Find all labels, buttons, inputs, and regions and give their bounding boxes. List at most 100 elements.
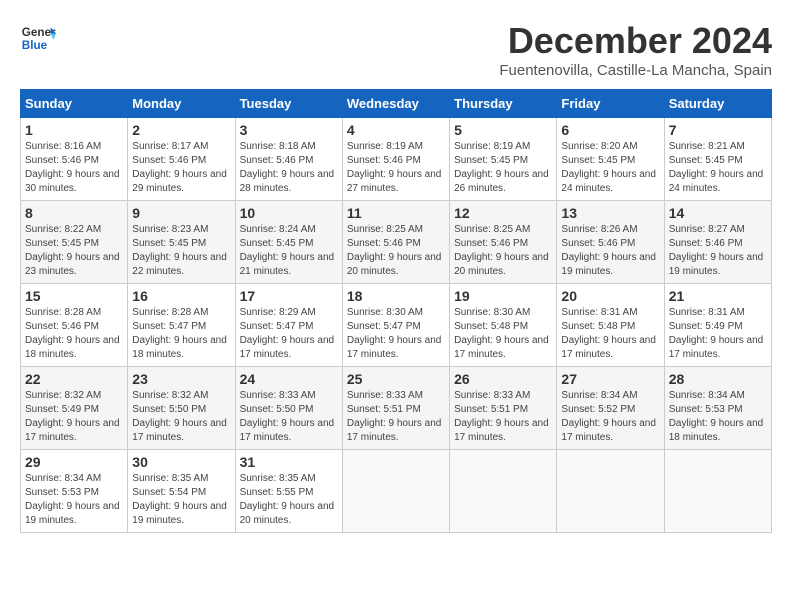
day-number: 7 (669, 122, 767, 138)
day-info: Sunrise: 8:32 AM Sunset: 5:50 PM Dayligh… (132, 389, 230, 445)
sunset-label: Sunset: 5:46 PM (25, 321, 99, 332)
day-number: 17 (240, 288, 338, 304)
calendar-cell: 22 Sunrise: 8:32 AM Sunset: 5:49 PM Dayl… (21, 367, 128, 450)
sunrise-label: Sunrise: 8:32 AM (132, 390, 208, 401)
day-number: 10 (240, 205, 338, 221)
sunset-label: Sunset: 5:46 PM (347, 155, 421, 166)
day-info: Sunrise: 8:25 AM Sunset: 5:46 PM Dayligh… (454, 223, 552, 279)
daylight-label: Daylight: 9 hours and 17 minutes. (561, 418, 656, 443)
sunrise-label: Sunrise: 8:35 AM (132, 473, 208, 484)
daylight-label: Daylight: 9 hours and 17 minutes. (669, 335, 764, 360)
day-info: Sunrise: 8:34 AM Sunset: 5:52 PM Dayligh… (561, 389, 659, 445)
col-header-wednesday: Wednesday (342, 90, 449, 118)
title-area: December 2024 Fuentenovilla, Castille-La… (499, 20, 772, 79)
sunset-label: Sunset: 5:46 PM (132, 155, 206, 166)
sunrise-label: Sunrise: 8:25 AM (347, 224, 423, 235)
day-info: Sunrise: 8:32 AM Sunset: 5:49 PM Dayligh… (25, 389, 123, 445)
calendar-cell: 15 Sunrise: 8:28 AM Sunset: 5:46 PM Dayl… (21, 284, 128, 367)
sunset-label: Sunset: 5:45 PM (561, 155, 635, 166)
sunrise-label: Sunrise: 8:31 AM (561, 307, 637, 318)
col-header-monday: Monday (128, 90, 235, 118)
sunrise-label: Sunrise: 8:19 AM (454, 141, 530, 152)
svg-text:Blue: Blue (22, 39, 48, 52)
daylight-label: Daylight: 9 hours and 18 minutes. (132, 335, 227, 360)
day-info: Sunrise: 8:21 AM Sunset: 5:45 PM Dayligh… (669, 140, 767, 196)
sunset-label: Sunset: 5:47 PM (132, 321, 206, 332)
day-number: 14 (669, 205, 767, 221)
day-info: Sunrise: 8:22 AM Sunset: 5:45 PM Dayligh… (25, 223, 123, 279)
day-info: Sunrise: 8:29 AM Sunset: 5:47 PM Dayligh… (240, 306, 338, 362)
sunset-label: Sunset: 5:55 PM (240, 487, 314, 498)
sunrise-label: Sunrise: 8:19 AM (347, 141, 423, 152)
sunset-label: Sunset: 5:48 PM (561, 321, 635, 332)
daylight-label: Daylight: 9 hours and 17 minutes. (347, 335, 442, 360)
daylight-label: Daylight: 9 hours and 24 minutes. (561, 169, 656, 194)
daylight-label: Daylight: 9 hours and 23 minutes. (25, 252, 120, 277)
logo-icon: General Blue (20, 20, 56, 56)
calendar-cell: 2 Sunrise: 8:17 AM Sunset: 5:46 PM Dayli… (128, 118, 235, 201)
day-info: Sunrise: 8:30 AM Sunset: 5:47 PM Dayligh… (347, 306, 445, 362)
day-number: 29 (25, 454, 123, 470)
daylight-label: Daylight: 9 hours and 18 minutes. (25, 335, 120, 360)
sunset-label: Sunset: 5:46 PM (25, 155, 99, 166)
day-number: 6 (561, 122, 659, 138)
daylight-label: Daylight: 9 hours and 19 minutes. (669, 252, 764, 277)
daylight-label: Daylight: 9 hours and 24 minutes. (669, 169, 764, 194)
daylight-label: Daylight: 9 hours and 17 minutes. (347, 418, 442, 443)
day-info: Sunrise: 8:31 AM Sunset: 5:48 PM Dayligh… (561, 306, 659, 362)
col-header-sunday: Sunday (21, 90, 128, 118)
sunset-label: Sunset: 5:47 PM (347, 321, 421, 332)
sunset-label: Sunset: 5:51 PM (454, 404, 528, 415)
header: General Blue December 2024 Fuentenovilla… (20, 20, 772, 79)
calendar-header-row: SundayMondayTuesdayWednesdayThursdayFrid… (21, 90, 772, 118)
day-info: Sunrise: 8:28 AM Sunset: 5:46 PM Dayligh… (25, 306, 123, 362)
calendar-week-row: 8 Sunrise: 8:22 AM Sunset: 5:45 PM Dayli… (21, 201, 772, 284)
calendar-cell: 17 Sunrise: 8:29 AM Sunset: 5:47 PM Dayl… (235, 284, 342, 367)
day-info: Sunrise: 8:34 AM Sunset: 5:53 PM Dayligh… (669, 389, 767, 445)
day-info: Sunrise: 8:33 AM Sunset: 5:50 PM Dayligh… (240, 389, 338, 445)
sunrise-label: Sunrise: 8:27 AM (669, 224, 745, 235)
sunrise-label: Sunrise: 8:23 AM (132, 224, 208, 235)
calendar-cell (664, 450, 771, 533)
col-header-thursday: Thursday (450, 90, 557, 118)
col-header-saturday: Saturday (664, 90, 771, 118)
calendar-cell: 7 Sunrise: 8:21 AM Sunset: 5:45 PM Dayli… (664, 118, 771, 201)
sunrise-label: Sunrise: 8:24 AM (240, 224, 316, 235)
sunset-label: Sunset: 5:48 PM (454, 321, 528, 332)
calendar-cell: 26 Sunrise: 8:33 AM Sunset: 5:51 PM Dayl… (450, 367, 557, 450)
sunset-label: Sunset: 5:46 PM (240, 155, 314, 166)
calendar-week-row: 29 Sunrise: 8:34 AM Sunset: 5:53 PM Dayl… (21, 450, 772, 533)
day-number: 11 (347, 205, 445, 221)
sunrise-label: Sunrise: 8:34 AM (669, 390, 745, 401)
daylight-label: Daylight: 9 hours and 20 minutes. (347, 252, 442, 277)
sunset-label: Sunset: 5:50 PM (240, 404, 314, 415)
sunset-label: Sunset: 5:45 PM (25, 238, 99, 249)
sunrise-label: Sunrise: 8:20 AM (561, 141, 637, 152)
daylight-label: Daylight: 9 hours and 17 minutes. (25, 418, 120, 443)
day-number: 31 (240, 454, 338, 470)
day-number: 12 (454, 205, 552, 221)
daylight-label: Daylight: 9 hours and 19 minutes. (132, 501, 227, 526)
calendar-cell: 10 Sunrise: 8:24 AM Sunset: 5:45 PM Dayl… (235, 201, 342, 284)
calendar-cell: 16 Sunrise: 8:28 AM Sunset: 5:47 PM Dayl… (128, 284, 235, 367)
sunset-label: Sunset: 5:52 PM (561, 404, 635, 415)
calendar-cell: 31 Sunrise: 8:35 AM Sunset: 5:55 PM Dayl… (235, 450, 342, 533)
calendar-cell: 25 Sunrise: 8:33 AM Sunset: 5:51 PM Dayl… (342, 367, 449, 450)
calendar-week-row: 15 Sunrise: 8:28 AM Sunset: 5:46 PM Dayl… (21, 284, 772, 367)
sunset-label: Sunset: 5:46 PM (669, 238, 743, 249)
calendar-cell: 20 Sunrise: 8:31 AM Sunset: 5:48 PM Dayl… (557, 284, 664, 367)
calendar-cell: 18 Sunrise: 8:30 AM Sunset: 5:47 PM Dayl… (342, 284, 449, 367)
sunset-label: Sunset: 5:46 PM (347, 238, 421, 249)
calendar-cell: 11 Sunrise: 8:25 AM Sunset: 5:46 PM Dayl… (342, 201, 449, 284)
sunrise-label: Sunrise: 8:33 AM (240, 390, 316, 401)
logo: General Blue (20, 20, 56, 56)
daylight-label: Daylight: 9 hours and 19 minutes. (561, 252, 656, 277)
sunset-label: Sunset: 5:47 PM (240, 321, 314, 332)
calendar-cell: 1 Sunrise: 8:16 AM Sunset: 5:46 PM Dayli… (21, 118, 128, 201)
day-number: 30 (132, 454, 230, 470)
day-info: Sunrise: 8:17 AM Sunset: 5:46 PM Dayligh… (132, 140, 230, 196)
day-number: 28 (669, 371, 767, 387)
day-info: Sunrise: 8:33 AM Sunset: 5:51 PM Dayligh… (454, 389, 552, 445)
day-info: Sunrise: 8:20 AM Sunset: 5:45 PM Dayligh… (561, 140, 659, 196)
day-info: Sunrise: 8:33 AM Sunset: 5:51 PM Dayligh… (347, 389, 445, 445)
